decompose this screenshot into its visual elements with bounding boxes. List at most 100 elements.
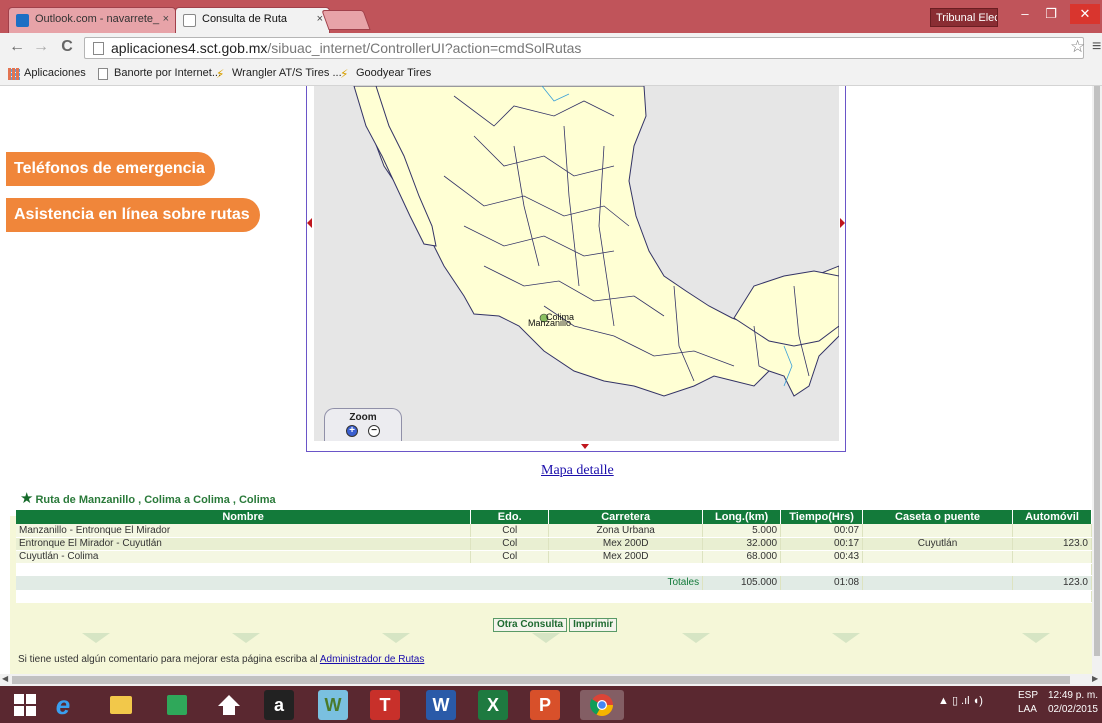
col-header-nombre: Nombre — [16, 510, 472, 524]
page-content: Teléfonos de emergencia Asistencia en lí… — [0, 86, 1092, 674]
language-layout: LAA — [1018, 704, 1037, 715]
total-caseta — [862, 575, 1013, 591]
apps-grid-icon — [8, 68, 20, 80]
cell-nombre: Cuyutlán - Colima — [16, 550, 472, 564]
cell-nombre: Entronque El Mirador - Cuyutlán — [16, 537, 472, 551]
cell-automovil — [1012, 550, 1092, 564]
bookmark-aplicaciones[interactable]: Aplicaciones — [8, 67, 86, 80]
browser-window: Outlook.com - navarrete_ × Consulta de R… — [0, 0, 1102, 723]
taskbar: e a W T W X P ▲ ▯ .ıl ◖) ESP LAA 12:49 p… — [0, 686, 1102, 723]
restore-button[interactable]: ❐ — [1038, 4, 1064, 24]
decorative-triangles — [10, 630, 1092, 648]
admin-rutas-link[interactable]: Administrador de Rutas — [320, 654, 425, 665]
powerpoint-icon[interactable]: P — [530, 690, 560, 720]
window-profile-label[interactable]: Tribunal Elect... — [930, 8, 998, 27]
map-label-colima: Colima — [546, 312, 574, 322]
col-header-edo: Edo. — [470, 510, 550, 524]
horizontal-scroll-thumb[interactable] — [12, 676, 1070, 684]
chrome-icon[interactable] — [580, 690, 624, 720]
forward-button[interactable]: → — [32, 38, 50, 56]
clock-time: 12:49 p. m. — [1047, 690, 1098, 701]
route-assistance-button[interactable]: Asistencia en línea sobre rutas — [6, 198, 260, 232]
bookmark-label: Aplicaciones — [24, 67, 86, 79]
zoom-in-icon[interactable]: + — [346, 425, 358, 437]
col-header-automovil: Automóvil — [1012, 510, 1092, 524]
new-tab-button[interactable] — [321, 10, 371, 30]
cell-tiempo: 00:07 — [780, 524, 864, 538]
close-icon[interactable]: × — [163, 13, 169, 25]
tab-outlook[interactable]: Outlook.com - navarrete_ × — [8, 7, 176, 33]
route-title: ★ Ruta de Manzanillo , Colima a Colima , … — [20, 489, 276, 507]
t-app-icon[interactable]: T — [370, 690, 400, 720]
cell-tiempo: 00:17 — [780, 537, 864, 551]
col-header-tiempo: Tiempo(Hrs) — [780, 510, 864, 524]
reload-button[interactable]: C — [58, 38, 76, 56]
map-frame: Manzanillo Colima Zoom + − — [306, 86, 846, 452]
pan-left-icon[interactable] — [307, 218, 312, 228]
w-app-icon[interactable]: W — [318, 690, 348, 720]
emergency-phones-button[interactable]: Teléfonos de emergencia — [6, 152, 215, 186]
cell-automovil: 123.0 — [1012, 537, 1092, 551]
bookmark-goodyear[interactable]: ⚡ Goodyear Tires — [340, 67, 432, 81]
goodyear-icon: ⚡ — [340, 67, 349, 81]
table-header-row: Nombre Edo. Carretera Long.(km) Tiempo(H… — [16, 510, 1092, 524]
map-detail-link[interactable]: Mapa detalle — [541, 463, 614, 479]
cell-carretera: Mex 200D — [548, 550, 704, 564]
table-row: Entronque El Mirador - Cuyutlán Col Mex … — [16, 537, 1092, 551]
close-window-button[interactable]: ✕ — [1070, 4, 1100, 24]
title-bar: Outlook.com - navarrete_ × Consulta de R… — [0, 0, 1102, 33]
route-table: Nombre Edo. Carretera Long.(km) Tiempo(H… — [16, 510, 1092, 603]
total-automovil: 123.0 — [1012, 575, 1092, 591]
cell-longitud: 68.000 — [702, 550, 782, 564]
home-icon[interactable] — [214, 690, 244, 720]
menu-icon[interactable]: ≡ — [1092, 38, 1101, 56]
close-icon[interactable]: × — [317, 13, 323, 25]
table-row: Manzanillo - Entronque El Mirador Col Zo… — [16, 524, 1092, 538]
table-row: Cuyutlán - Colima Col Mex 200D 68.000 00… — [16, 550, 1092, 564]
bookmark-star-icon[interactable]: ☆ — [1070, 37, 1085, 57]
tab-consulta-de-ruta[interactable]: Consulta de Ruta × — [175, 7, 330, 33]
mexico-map[interactable]: Manzanillo Colima — [314, 86, 839, 441]
cell-carretera: Mex 200D — [548, 537, 704, 551]
cell-edo: Col — [470, 550, 550, 564]
pan-right-icon[interactable] — [840, 218, 845, 228]
cell-caseta — [862, 524, 1013, 538]
scroll-right-icon[interactable]: ▶ — [1092, 674, 1098, 683]
totals-label: Totales — [16, 575, 704, 591]
system-tray[interactable]: ▲ ▯ .ıl ◖) — [938, 694, 983, 707]
windows-start-icon[interactable] — [10, 690, 40, 720]
store-icon[interactable] — [162, 690, 192, 720]
language-indicator[interactable]: ESP LAA — [1018, 689, 1038, 717]
bookmark-label: Goodyear Tires — [356, 67, 432, 79]
excel-icon[interactable]: X — [478, 690, 508, 720]
word-icon[interactable]: W — [426, 690, 456, 720]
cell-tiempo: 00:43 — [780, 550, 864, 564]
address-bar[interactable]: aplicaciones4.sct.gob.mx/sibuac_internet… — [84, 37, 1084, 59]
bookmark-banorte[interactable]: Banorte por Internet... — [98, 67, 221, 80]
map-canvas[interactable]: Manzanillo Colima Zoom + − — [314, 86, 839, 441]
cell-longitud: 32.000 — [702, 537, 782, 551]
internet-explorer-icon[interactable]: e — [48, 690, 78, 720]
file-explorer-icon[interactable] — [106, 690, 136, 720]
cell-edo: Col — [470, 524, 550, 538]
vertical-scroll-thumb[interactable] — [1094, 86, 1100, 656]
route-title-text: Ruta de Manzanillo , Colima a Colima , C… — [35, 494, 276, 506]
page-icon — [183, 14, 196, 27]
cell-longitud: 5.000 — [702, 524, 782, 538]
zoom-out-icon[interactable]: − — [368, 425, 380, 437]
clock[interactable]: 12:49 p. m. 02/02/2015 — [1040, 689, 1098, 717]
tab-label: Consulta de Ruta — [202, 13, 287, 25]
clock-date: 02/02/2015 — [1047, 704, 1098, 715]
bookmark-wrangler[interactable]: ⚡ Wrangler AT/S Tires ... — [216, 67, 342, 80]
zoom-label: Zoom — [349, 412, 377, 423]
amazon-icon[interactable]: a — [264, 690, 294, 720]
scroll-left-icon[interactable]: ◀ — [2, 674, 8, 683]
outlook-icon — [16, 14, 29, 27]
url-host: aplicaciones4.sct.gob.mx — [111, 40, 268, 56]
cell-caseta — [862, 550, 1013, 564]
minimize-button[interactable]: – — [1012, 4, 1038, 24]
url-path: /sibuac_internet/ControllerUI?action=cmd… — [267, 40, 582, 56]
back-button[interactable]: ← — [8, 38, 26, 56]
pan-down-icon[interactable] — [581, 444, 589, 449]
col-header-carretera: Carretera — [548, 510, 704, 524]
